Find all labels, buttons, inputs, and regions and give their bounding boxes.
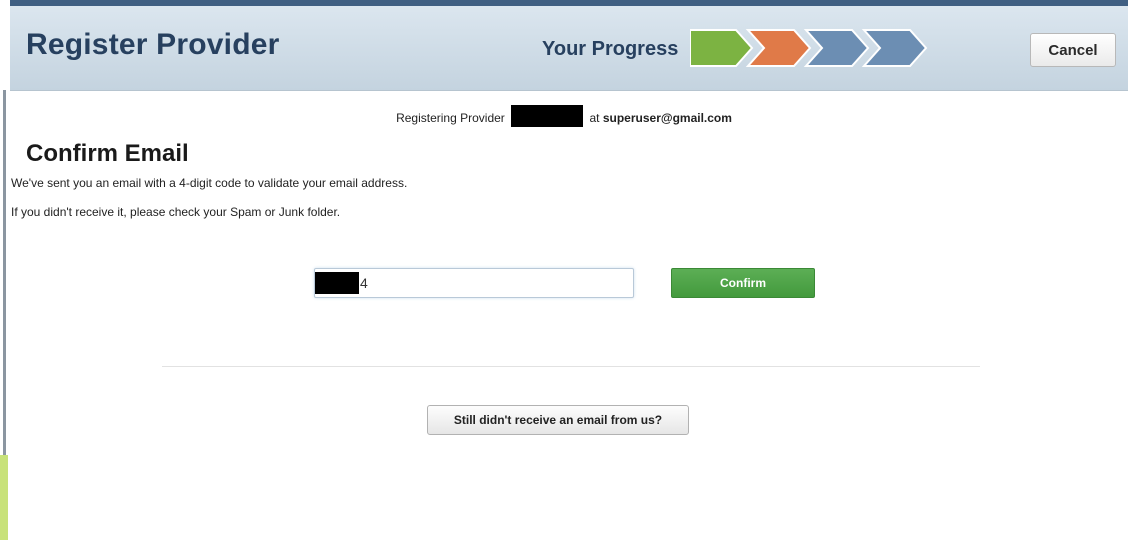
registering-provider-line: Registering Provider at superuser@gmail.… — [0, 105, 1128, 130]
confirm-email-heading: Confirm Email — [26, 140, 189, 167]
registering-email: superuser@gmail.com — [602, 111, 732, 126]
progress-step-4-pending — [861, 29, 928, 67]
page-title: Register Provider — [26, 28, 280, 61]
confirm-button[interactable]: Confirm — [671, 268, 815, 298]
redacted-provider-name — [511, 105, 584, 127]
verification-code-input[interactable]: 4 — [314, 268, 634, 298]
cancel-button[interactable]: Cancel — [1030, 33, 1116, 67]
code-visible-digit: 4 — [360, 275, 368, 291]
left-frame-accent — [0, 455, 8, 540]
progress-steps-graphic — [690, 29, 928, 67]
resend-email-button[interactable]: Still didn't receive an email from us? — [427, 405, 689, 435]
left-frame — [0, 0, 10, 540]
progress-indicator — [690, 28, 950, 68]
progress-step-3-pending — [803, 29, 870, 67]
registering-connector: at — [589, 111, 600, 126]
redacted-code — [315, 272, 359, 294]
progress-step-1-complete — [690, 29, 754, 67]
progress-label: Your Progress — [542, 38, 679, 60]
section-divider — [162, 366, 980, 367]
instruction-text: We've sent you an email with a 4-digit c… — [11, 176, 408, 190]
spam-hint-text: If you didn't receive it, please check y… — [11, 205, 341, 219]
registering-prefix: Registering Provider — [396, 111, 505, 126]
page-header: Register Provider Your Progress Cancel — [10, 6, 1128, 91]
progress-step-2-current — [745, 29, 812, 67]
